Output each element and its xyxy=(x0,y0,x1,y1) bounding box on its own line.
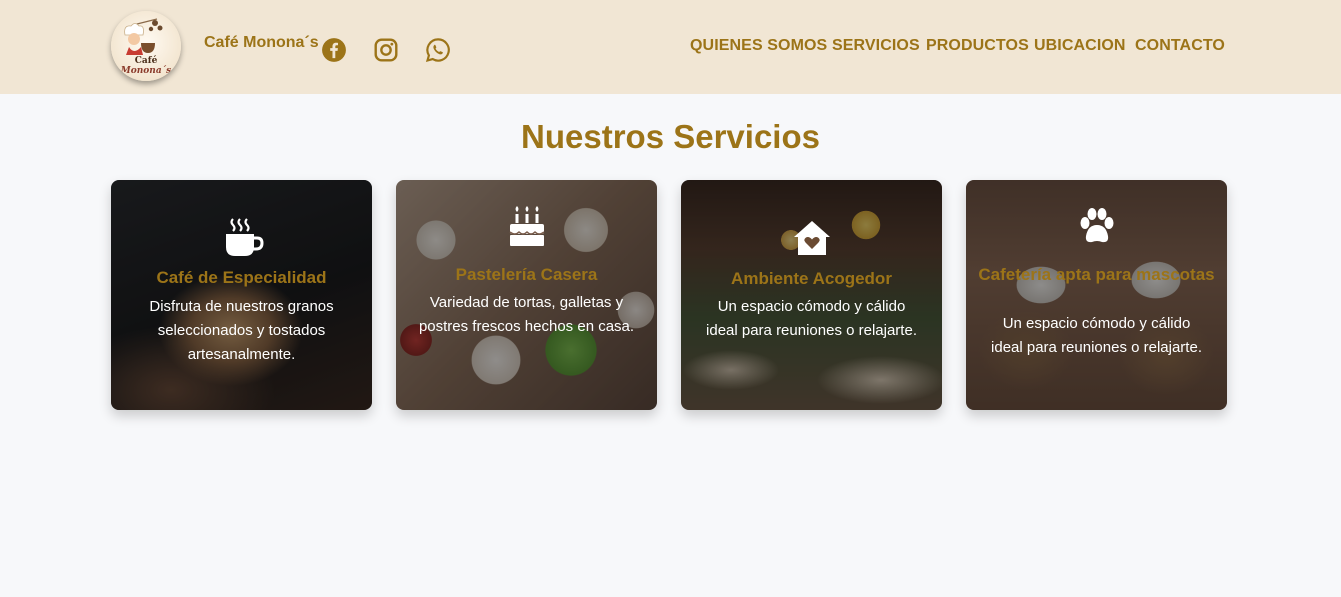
whatsapp-icon xyxy=(425,38,450,63)
facebook-icon xyxy=(322,38,346,62)
logo-text-cafe: Café xyxy=(135,55,158,66)
nav-contacto[interactable]: CONTACTO xyxy=(1135,37,1225,55)
birthday-cake-icon xyxy=(396,204,657,253)
card-description: Variedad de tortas, galletas y postres f… xyxy=(418,294,635,335)
nav-quienes-somos[interactable]: QUIENES SOMOS xyxy=(690,37,827,55)
logo-text-mononas: Monona´s xyxy=(120,65,171,76)
site-header: Café Monona´s Café Monona´s QUIENES SOMO… xyxy=(0,0,1341,94)
card-description: Un espacio cómodo y cálido ideal para re… xyxy=(991,315,1202,356)
card-title: Ambiente Acogedor xyxy=(731,269,892,288)
card-description: Un espacio cómodo y cálido ideal para re… xyxy=(706,298,917,339)
services-heading: Nuestros Servicios xyxy=(521,118,820,155)
card-description: Disfruta de nuestros granos seleccionado… xyxy=(149,298,334,363)
house-heart-icon xyxy=(681,218,942,263)
service-card-ambiente[interactable]: Ambiente Acogedor Un espacio cómodo y cá… xyxy=(681,180,942,410)
facebook-link[interactable] xyxy=(321,37,347,63)
instagram-icon xyxy=(374,38,398,62)
card-title: Pastelería Casera xyxy=(455,265,598,284)
nav-ubicacion[interactable]: UBICACION xyxy=(1034,37,1126,55)
instagram-link[interactable] xyxy=(373,37,399,63)
brand-name[interactable]: Café Monona´s xyxy=(204,34,319,52)
service-card-mascotas[interactable]: Cafetería apta para mascotas Un espacio … xyxy=(966,180,1227,410)
nav-productos[interactable]: PRODUCTOS xyxy=(926,37,1029,55)
paw-icon xyxy=(966,206,1227,253)
nav-servicios[interactable]: SERVICIOS xyxy=(832,37,920,55)
brand-logo[interactable]: Café Monona´s xyxy=(111,11,181,81)
service-card-pasteleria[interactable]: Pastelería Casera Variedad de tortas, ga… xyxy=(396,180,657,410)
coffee-cup-icon xyxy=(111,216,372,265)
card-title: Café de Especialidad xyxy=(156,268,327,287)
service-card-cafe-especialidad[interactable]: Café de Especialidad Disfruta de nuestro… xyxy=(111,180,372,410)
card-title: Cafetería apta para mascotas xyxy=(978,265,1215,284)
whatsapp-link[interactable] xyxy=(425,37,451,63)
